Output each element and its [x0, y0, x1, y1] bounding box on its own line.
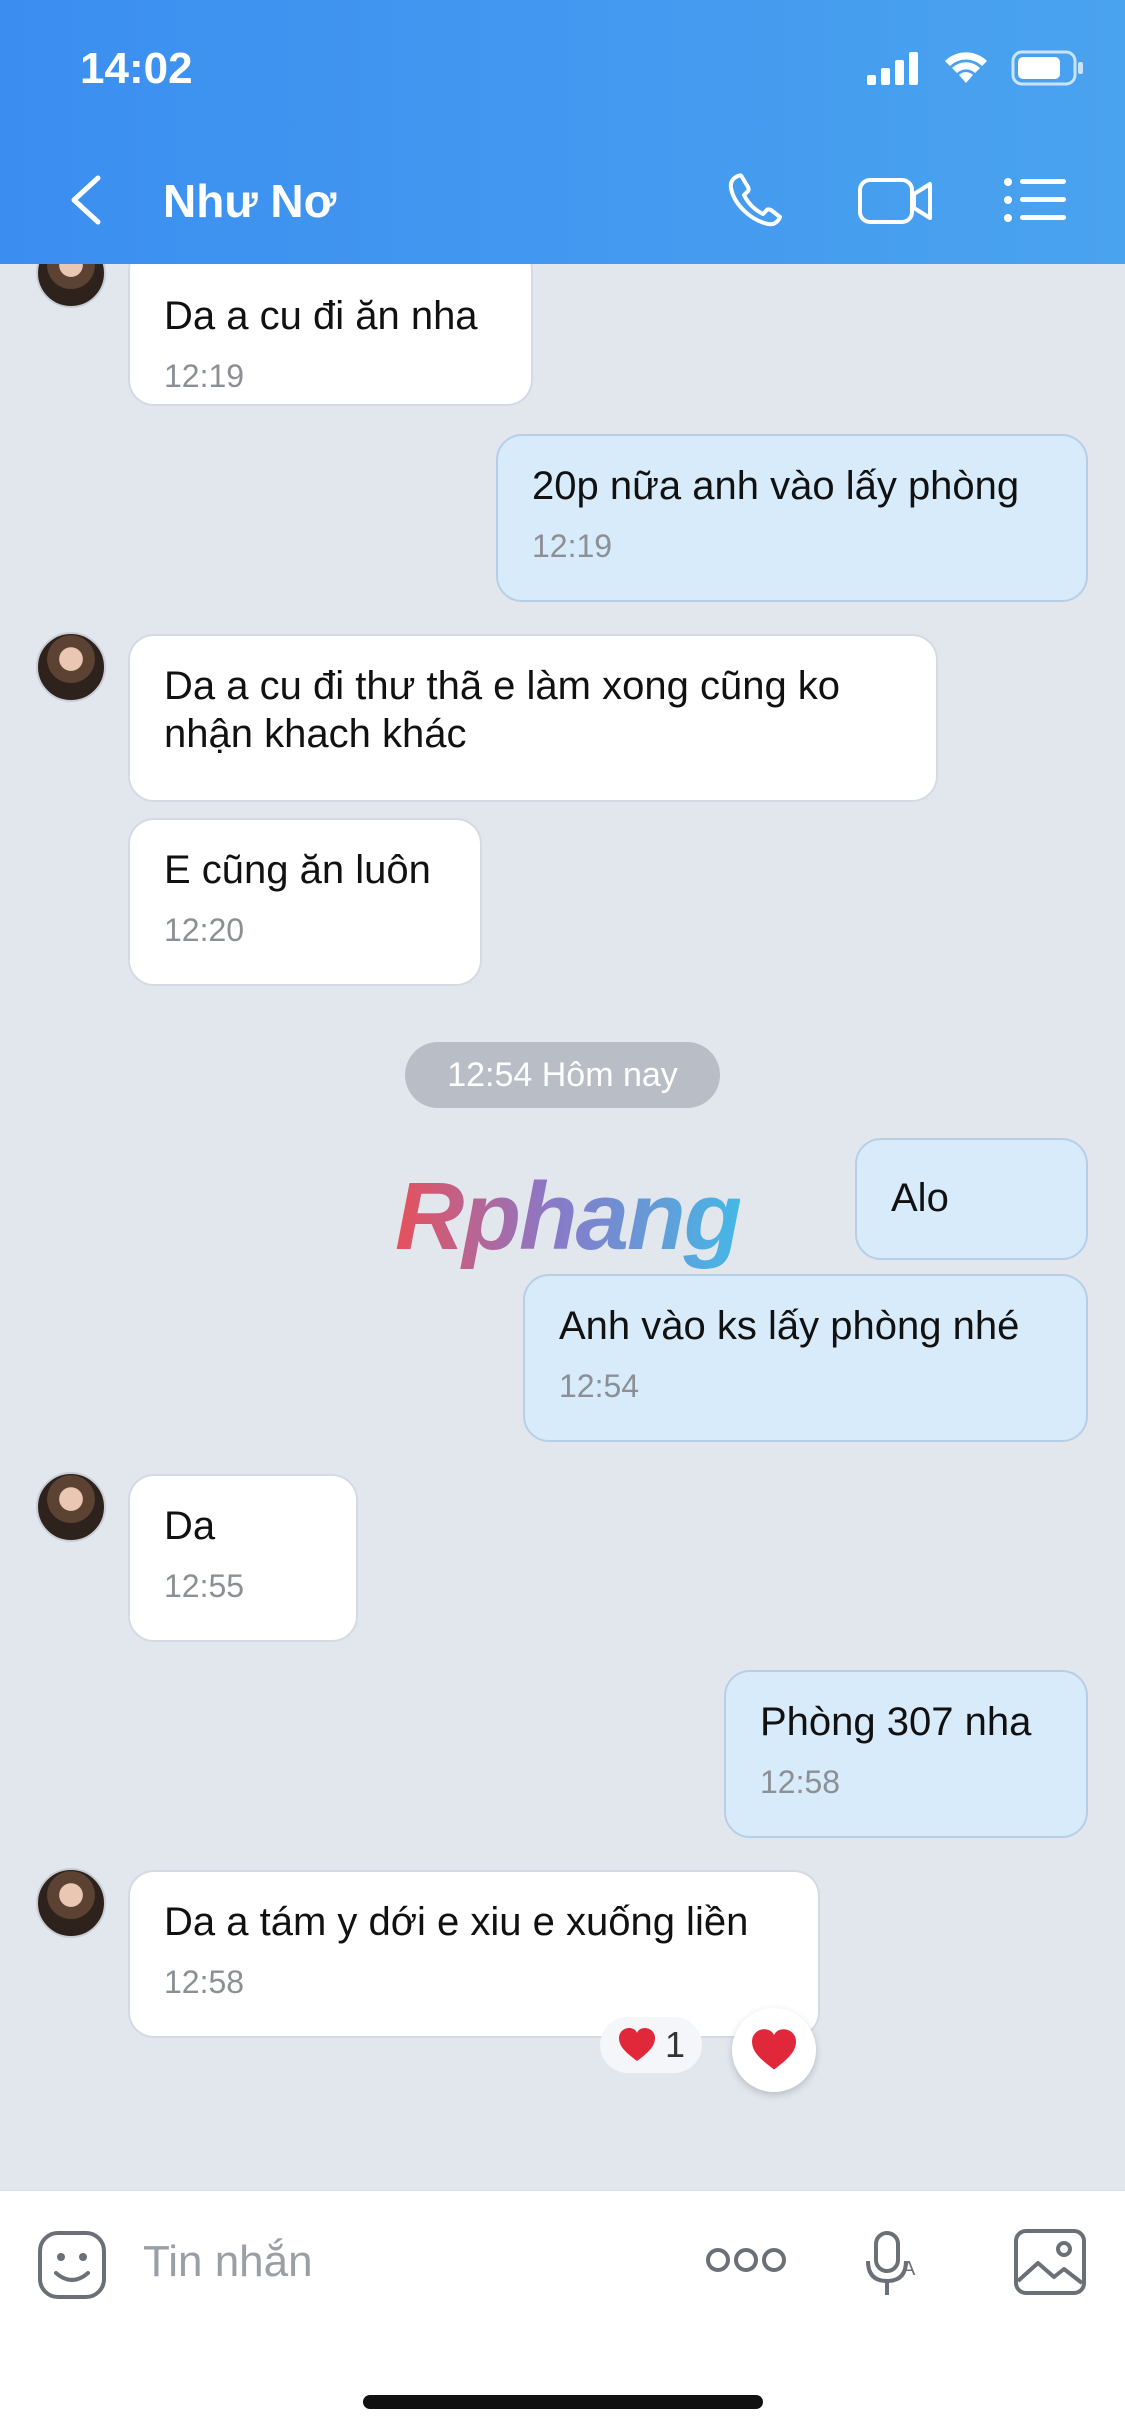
- message-time: 12:54: [559, 1368, 640, 1404]
- status-icons: [867, 50, 1085, 86]
- message-time: 12:20: [164, 912, 245, 948]
- avatar[interactable]: [36, 1472, 106, 1542]
- message-bubble-outgoing[interactable]: Alo: [855, 1138, 1088, 1260]
- contact-name[interactable]: Như Nơ: [163, 174, 336, 228]
- message-text: Da a tám y dới e xiu e xuống liền: [164, 1900, 749, 1944]
- message-time: 12:19: [164, 358, 245, 394]
- message-text: Alo: [891, 1176, 949, 1220]
- message-text: Phòng 307 nha: [760, 1700, 1032, 1744]
- message-bubble-incoming[interactable]: E cũng ăn luôn 12:20: [128, 818, 482, 986]
- home-indicator[interactable]: [363, 2395, 763, 2409]
- message-text: Da: [164, 1504, 216, 1548]
- react-heart-button[interactable]: [732, 2008, 816, 2092]
- message-text: Anh vào ks lấy phòng nhé: [559, 1304, 1020, 1348]
- wifi-icon: [945, 52, 987, 83]
- message-bubble-incoming[interactable]: Da a tám y dới e xiu e xuống liền 12:58: [128, 1870, 820, 2038]
- message-bubble-incoming[interactable]: Da a cu đi thư thã e làm xong cũng ko nh…: [128, 634, 938, 802]
- chat-header: 14:02 Như Nơ: [0, 0, 1125, 264]
- avatar[interactable]: [36, 264, 106, 308]
- message-bubble-incoming[interactable]: Da 12:55: [128, 1474, 358, 1642]
- image-gallery-icon[interactable]: [1012, 2227, 1088, 2297]
- watermark: Rphang: [395, 1163, 742, 1270]
- back-arrow-icon[interactable]: [60, 170, 120, 230]
- cellular-signal-icon: [867, 52, 918, 85]
- reaction-count-badge[interactable]: 1: [600, 2017, 702, 2073]
- message-time: 12:58: [164, 1964, 245, 2000]
- voice-to-text-mic-icon[interactable]: A: [862, 2229, 922, 2301]
- message-bubble-outgoing[interactable]: Phòng 307 nha 12:58: [724, 1670, 1088, 1838]
- message-text: E cũng ăn luôn: [164, 848, 431, 892]
- sticker-emoji-icon[interactable]: [36, 2229, 108, 2301]
- message-bubble-outgoing[interactable]: 20p nữa anh vào lấy phòng 12:19: [496, 434, 1088, 602]
- phone-call-icon[interactable]: [724, 170, 794, 230]
- heart-icon: [618, 2028, 655, 2061]
- video-call-icon[interactable]: [856, 170, 936, 230]
- avatar[interactable]: [36, 1868, 106, 1938]
- message-input[interactable]: Tin nhắn: [143, 2237, 313, 2287]
- status-time: 14:02: [80, 44, 193, 93]
- message-list[interactable]: Da a cu đi ăn nha 12:19 20p nữa anh vào …: [0, 264, 1125, 2190]
- message-time: 12:19: [532, 528, 613, 564]
- date-separator: 12:54 Hôm nay: [405, 1042, 720, 1108]
- message-text: Da a cu đi ăn nha: [164, 294, 478, 338]
- message-text: Da a cu đi thư thã e làm xong cũng ko nh…: [164, 664, 841, 756]
- message-time: 12:58: [760, 1764, 841, 1800]
- avatar[interactable]: [36, 632, 106, 702]
- message-bubble-outgoing[interactable]: Anh vào ks lấy phòng nhé 12:54: [523, 1274, 1088, 1442]
- message-text: 20p nữa anh vào lấy phòng: [532, 464, 1020, 508]
- battery-icon: [1011, 50, 1083, 86]
- message-bubble-incoming[interactable]: Da a cu đi ăn nha 12:19: [128, 264, 533, 406]
- svg-text:A: A: [902, 2258, 916, 2280]
- more-options-icon[interactable]: [706, 2245, 786, 2275]
- menu-list-icon[interactable]: [1000, 170, 1070, 230]
- nav-bar: Như Nơ: [0, 150, 1125, 250]
- reaction-count: 1: [664, 2024, 686, 2065]
- heart-icon: [752, 2029, 796, 2070]
- message-time: 12:55: [164, 1568, 245, 1604]
